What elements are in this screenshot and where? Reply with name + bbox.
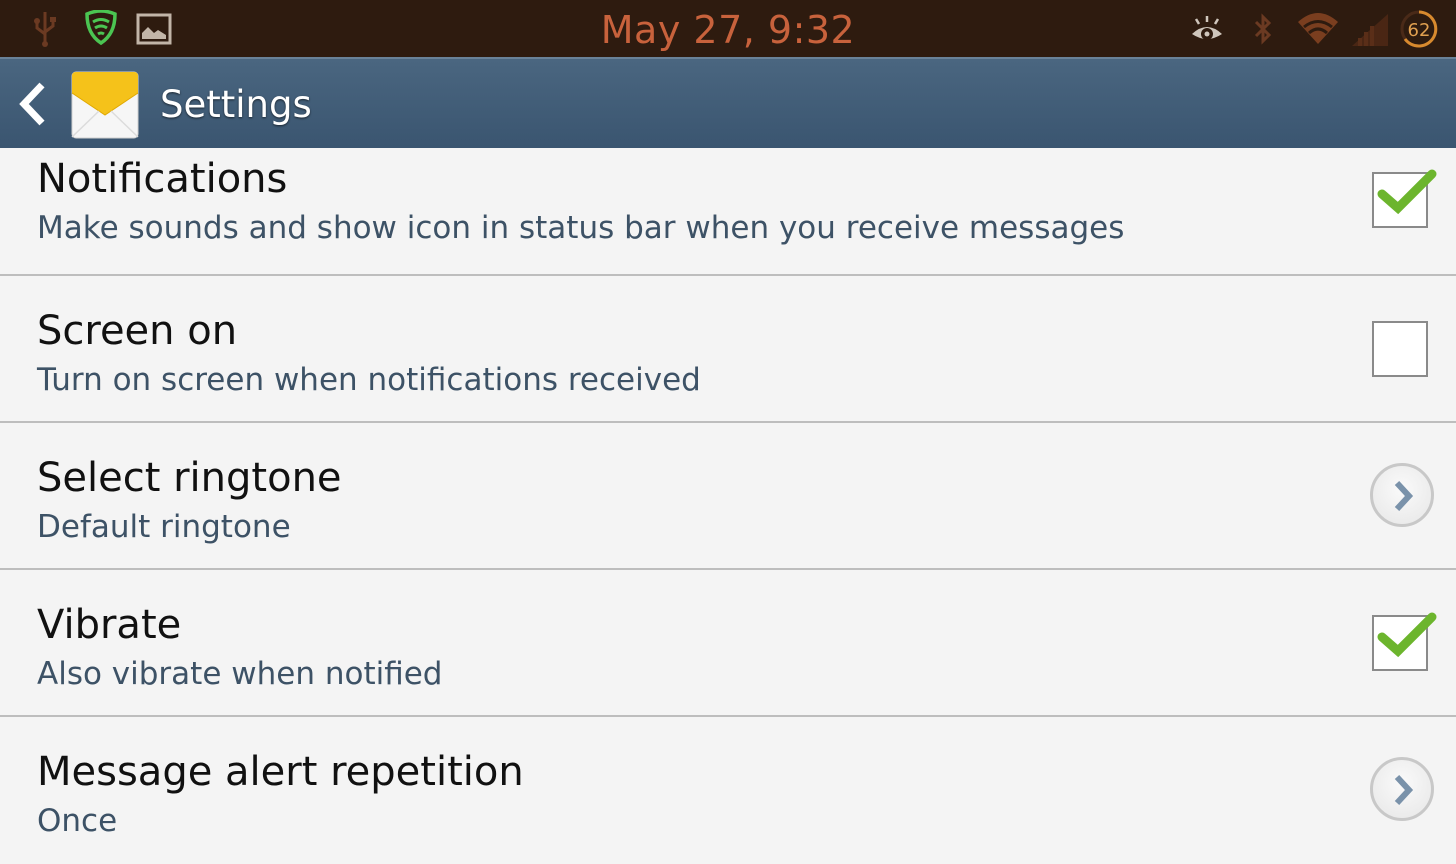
- setting-label: Vibrate: [37, 602, 182, 648]
- battery-level: 62: [1408, 20, 1431, 41]
- back-chevron-icon[interactable]: [18, 81, 48, 132]
- setting-label: Message alert repetition: [37, 749, 524, 795]
- eye-icon: [1188, 14, 1226, 49]
- setting-summary: Make sounds and show icon in status bar …: [37, 210, 1125, 246]
- settings-list: Notifications Make sounds and show icon …: [0, 148, 1456, 864]
- setting-label: Screen on: [37, 308, 238, 354]
- ringtone-chevron-button[interactable]: [1370, 463, 1434, 527]
- screen-on-checkbox[interactable]: [1372, 321, 1428, 377]
- checkmark-icon: [1377, 169, 1437, 215]
- setting-label: Notifications: [37, 156, 288, 202]
- setting-notifications[interactable]: Notifications Make sounds and show icon …: [0, 148, 1456, 276]
- envelope-icon[interactable]: [71, 71, 139, 144]
- chevron-right-icon: [1394, 480, 1414, 512]
- setting-vibrate[interactable]: Vibrate Also vibrate when notified: [0, 570, 1456, 717]
- chevron-right-icon: [1394, 774, 1414, 806]
- alert-repetition-chevron-button[interactable]: [1370, 757, 1434, 821]
- setting-summary: Default ringtone: [37, 509, 291, 545]
- notifications-checkbox[interactable]: [1372, 169, 1437, 228]
- setting-summary: Turn on screen when notifications receiv…: [37, 362, 701, 398]
- action-bar: Settings: [0, 57, 1456, 148]
- checkmark-icon: [1377, 612, 1437, 658]
- page-title: Settings: [160, 83, 312, 126]
- signal-icon: [1350, 12, 1390, 53]
- vibrate-checkbox[interactable]: [1372, 612, 1437, 671]
- battery-icon: 62: [1398, 8, 1440, 55]
- bluetooth-icon: [1252, 12, 1274, 51]
- setting-label: Select ringtone: [37, 455, 342, 501]
- status-bar: May 27, 9:32 62: [0, 0, 1456, 57]
- setting-summary: Once: [37, 803, 118, 839]
- wifi-icon: [1296, 10, 1340, 51]
- setting-screen-on[interactable]: Screen on Turn on screen when notificati…: [0, 276, 1456, 423]
- setting-select-ringtone[interactable]: Select ringtone Default ringtone: [0, 423, 1456, 570]
- status-clock: May 27, 9:32: [600, 8, 856, 52]
- setting-summary: Also vibrate when notified: [37, 656, 443, 692]
- setting-message-alert-repetition[interactable]: Message alert repetition Once: [0, 717, 1456, 864]
